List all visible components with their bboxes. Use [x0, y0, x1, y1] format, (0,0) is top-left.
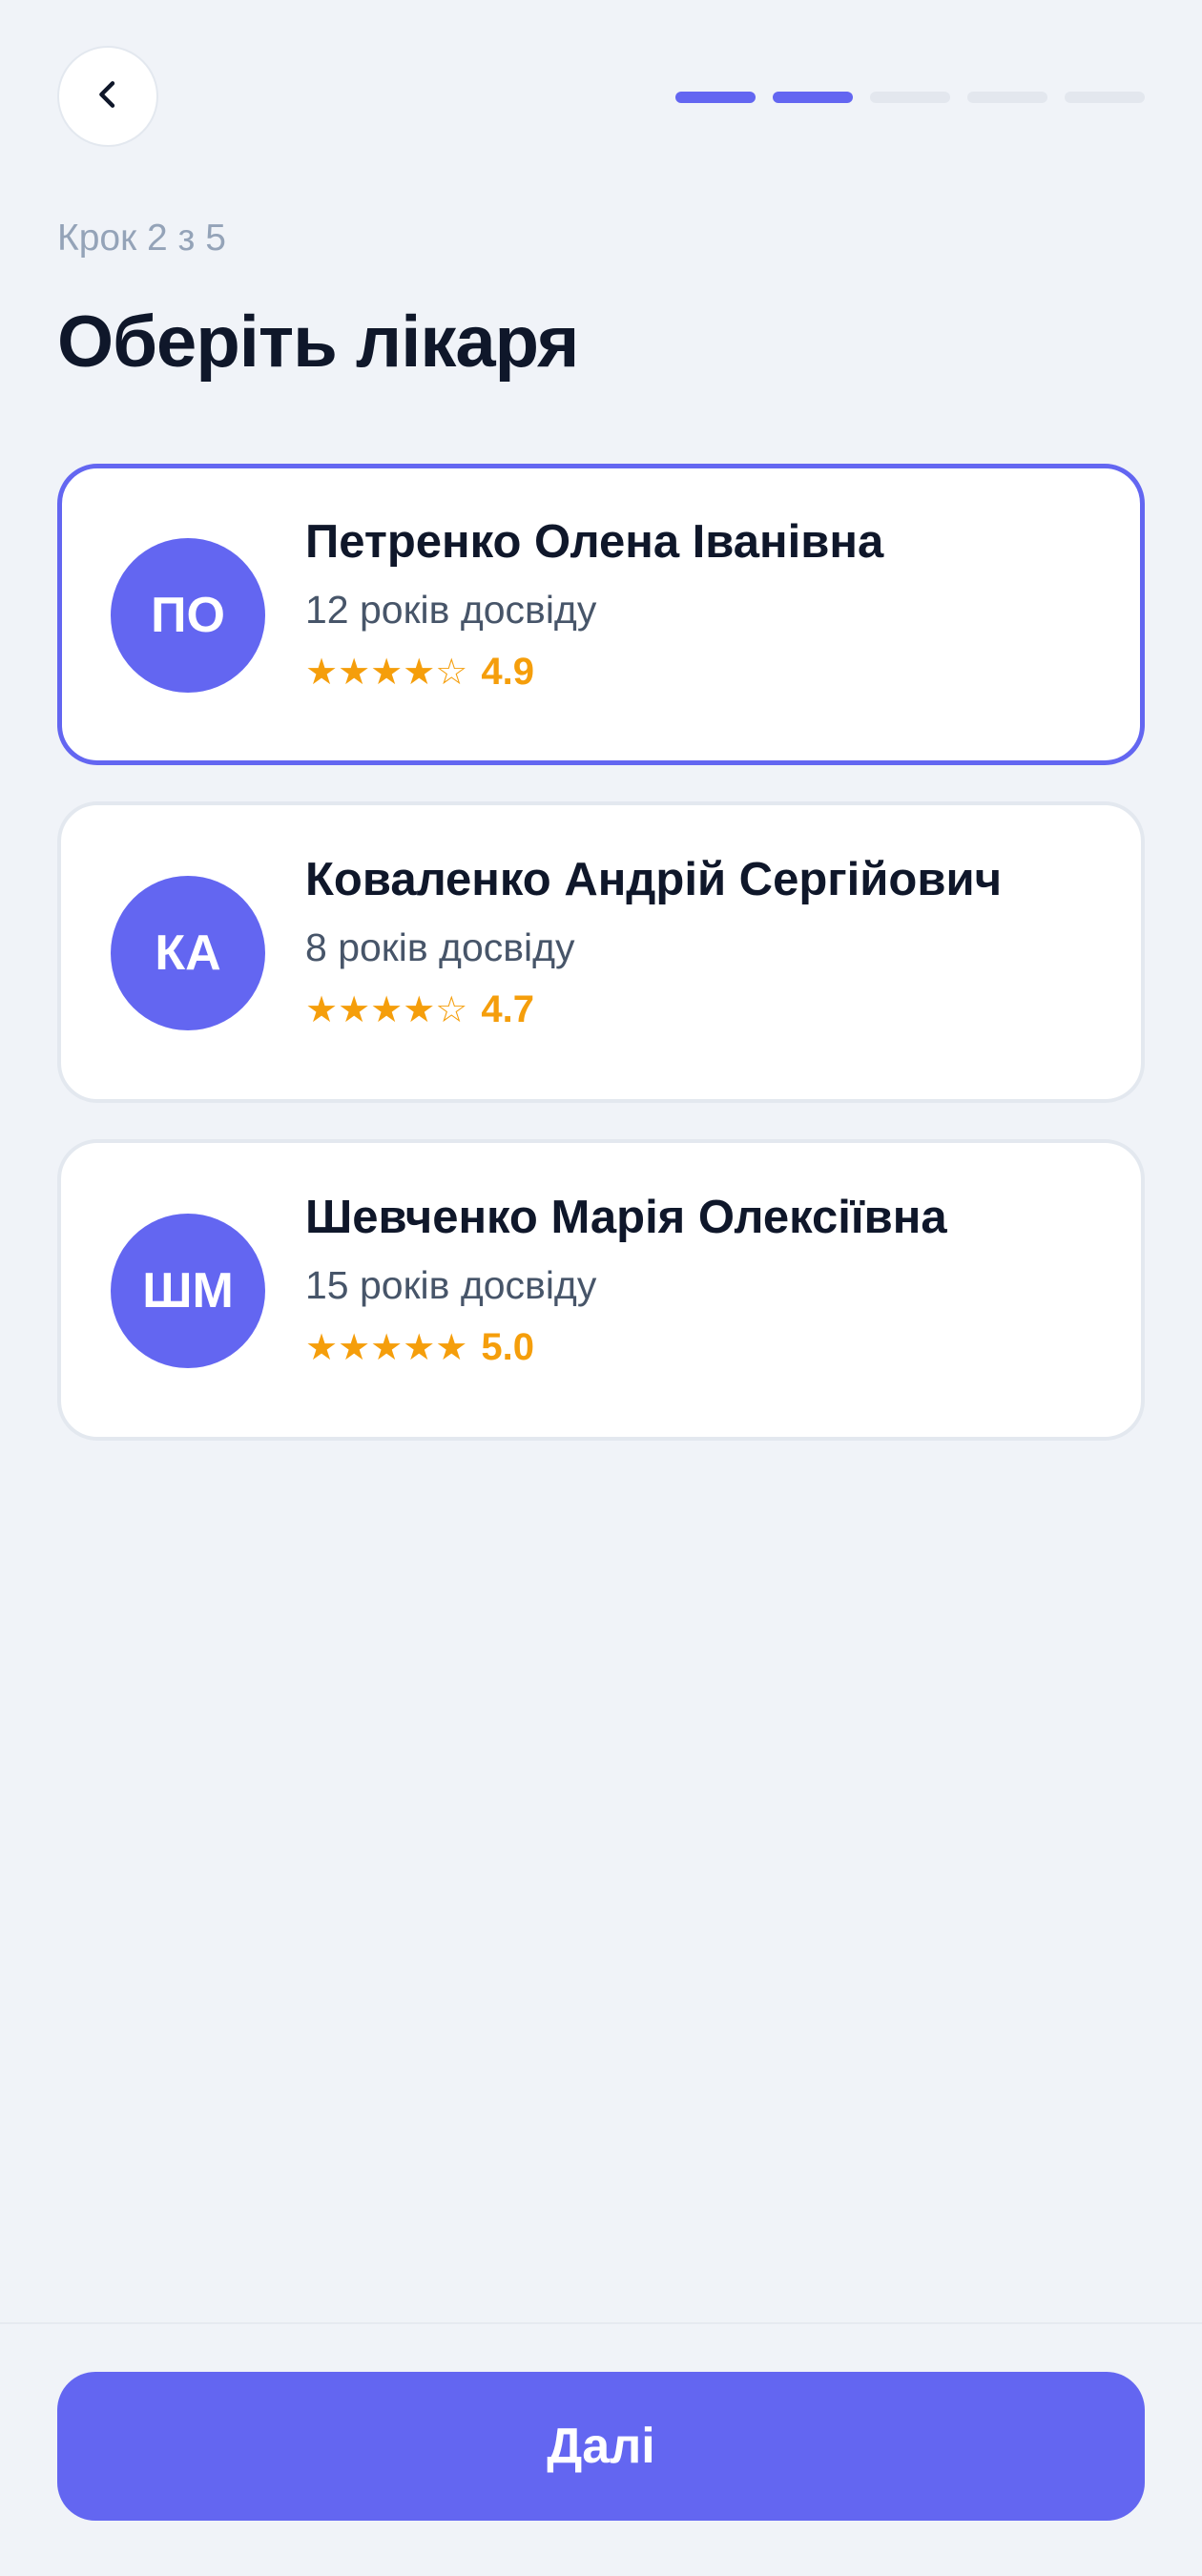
doctor-rating: ★★★★☆ 4.9 — [305, 653, 883, 691]
page-title: Оберіть лікаря — [57, 301, 579, 383]
progress-segment — [773, 92, 853, 103]
doctor-card[interactable]: ШМ Шевченко Марія Олексіївна 15 років до… — [57, 1139, 1145, 1441]
step-label: Крок 2 з 5 — [57, 218, 226, 259]
doctor-info: Шевченко Марія Олексіївна 15 років досві… — [305, 1192, 947, 1367]
next-button[interactable]: Далі — [57, 2372, 1145, 2521]
avatar: КА — [111, 876, 265, 1030]
avatar: ШМ — [111, 1214, 265, 1368]
doctor-experience: 8 років досвіду — [305, 925, 575, 969]
doctor-name: Шевченко Марія Олексіївна — [305, 1192, 947, 1243]
doctor-selection-screen: Крок 2 з 5 Оберіть лікаря ПО Петренко Ол… — [0, 0, 1202, 2576]
doctor-rating: ★★★★☆ 4.7 — [305, 990, 1002, 1028]
doctor-name: Коваленко Андрій Сергійович — [305, 854, 1003, 905]
star-rating-icons: ★★★★★ — [305, 1326, 468, 1368]
doctor-name: Петренко Олена Іванівна — [305, 516, 884, 568]
progress-segment — [870, 92, 950, 103]
step-progress-indicator — [675, 92, 1145, 103]
doctor-list: ПО Петренко Олена Іванівна 12 років досв… — [57, 464, 1145, 1477]
progress-segment — [1065, 92, 1145, 103]
avatar: ПО — [111, 538, 265, 693]
doctor-experience: 15 років досвіду — [305, 1263, 597, 1307]
progress-segment — [675, 92, 756, 103]
doctor-experience: 12 років досвіду — [305, 588, 597, 632]
star-rating-icons: ★★★★☆ — [305, 651, 468, 693]
back-button[interactable] — [57, 46, 158, 147]
rating-value: 4.7 — [481, 988, 534, 1030]
rating-value: 4.9 — [481, 651, 534, 693]
doctor-card[interactable]: ПО Петренко Олена Іванівна 12 років досв… — [57, 464, 1145, 765]
star-rating-icons: ★★★★☆ — [305, 988, 468, 1030]
footer-bar: Далі — [0, 2322, 1202, 2576]
chevron-left-icon — [89, 75, 127, 118]
doctor-info: Коваленко Андрій Сергійович 8 років досв… — [305, 854, 1003, 1029]
progress-segment — [967, 92, 1047, 103]
doctor-rating: ★★★★★ 5.0 — [305, 1328, 947, 1366]
rating-value: 5.0 — [481, 1326, 534, 1368]
doctor-card[interactable]: КА Коваленко Андрій Сергійович 8 років д… — [57, 801, 1145, 1103]
doctor-info: Петренко Олена Іванівна 12 років досвіду… — [305, 516, 884, 692]
